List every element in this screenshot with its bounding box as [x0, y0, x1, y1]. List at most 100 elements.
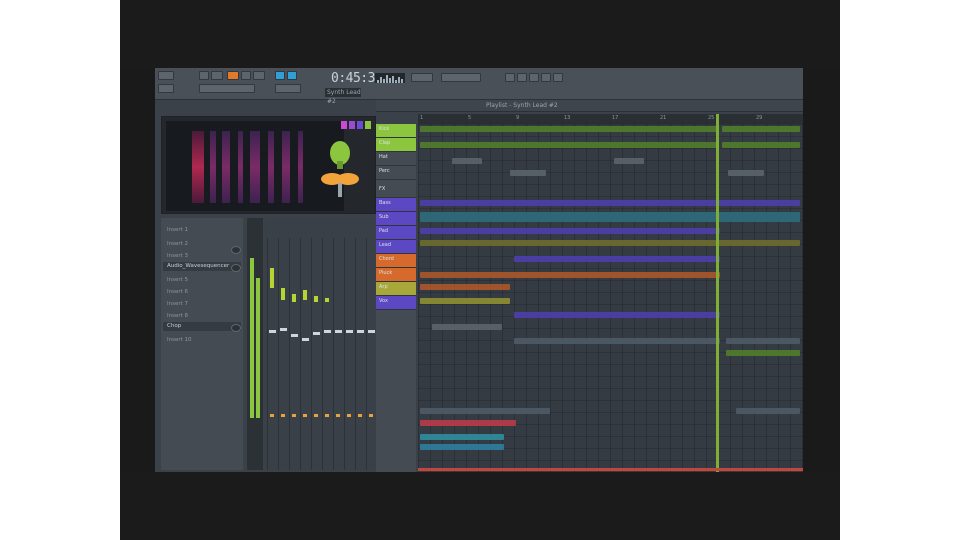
channel-rack-icon[interactable]	[529, 73, 539, 82]
mixer-strip[interactable]	[344, 238, 353, 470]
pattern-clip[interactable]	[420, 142, 718, 148]
pattern-clip[interactable]	[420, 298, 510, 304]
menu-button[interactable]	[158, 71, 174, 80]
pattern-clip[interactable]	[614, 158, 644, 164]
track-header[interactable]: Sub	[376, 212, 416, 226]
mixer-strip[interactable]	[311, 238, 320, 470]
playlist-header: Playlist - Synth Lead #2	[376, 100, 803, 112]
master-level-right	[256, 278, 260, 418]
pattern-clip[interactable]	[420, 420, 516, 426]
pattern-clip[interactable]	[514, 338, 720, 344]
stop-button[interactable]	[241, 71, 251, 80]
pattern-clip[interactable]	[452, 158, 482, 164]
mode-button[interactable]	[211, 71, 223, 80]
insert-row[interactable]: Insert 10	[163, 336, 241, 345]
track-header[interactable]: Pluck	[376, 268, 416, 282]
hint-button[interactable]	[158, 84, 174, 93]
pattern-clip[interactable]	[722, 126, 800, 132]
pattern-clip[interactable]	[726, 338, 800, 344]
track-header[interactable]: Vox	[376, 296, 416, 310]
track-header[interactable]: Hat	[376, 152, 416, 166]
snap-button[interactable]	[275, 71, 285, 80]
pattern-clip[interactable]	[420, 272, 720, 278]
insert-row[interactable]: Audio_Wavesequencer	[163, 262, 241, 271]
insert-row[interactable]: Insert 6	[163, 288, 241, 297]
pattern-clip[interactable]	[420, 408, 550, 414]
swatch-purple[interactable]	[349, 121, 355, 129]
swatch-green[interactable]	[365, 121, 371, 129]
track-list: Kick Clap Hat Perc FX Bass Sub Pad Lead Chord Pluc…	[376, 124, 416, 472]
play-button[interactable]	[227, 71, 239, 80]
insert-row-selected[interactable]: Chop	[163, 322, 241, 331]
timeline-ruler[interactable]: 1 5 9 13 17 21 25 29	[418, 114, 803, 124]
mixer-strip[interactable]	[366, 238, 375, 470]
knob[interactable]	[231, 246, 241, 254]
track-header[interactable]: Arp	[376, 282, 416, 296]
track-header[interactable]: Kick	[376, 124, 416, 138]
track-header[interactable]: Chord	[376, 254, 416, 268]
mixer-strips	[265, 218, 377, 470]
pattern-clip[interactable]	[420, 200, 800, 206]
pat-song-button[interactable]	[199, 71, 209, 80]
metronome-button[interactable]	[287, 71, 297, 80]
playlist-icon[interactable]	[505, 73, 515, 82]
tempo-display[interactable]	[199, 84, 255, 93]
song-time-display: 0:45:3	[331, 71, 375, 86]
insert-row[interactable]: Insert 2	[163, 240, 241, 249]
swatch-violet[interactable]	[357, 121, 363, 129]
pattern-clip[interactable]	[728, 170, 764, 176]
master-meter	[247, 218, 263, 470]
fruit-mascot-icon	[321, 141, 359, 197]
insert-row[interactable]: Insert 7	[163, 300, 241, 309]
mixer-strip[interactable]	[322, 238, 331, 470]
track-header[interactable]: Perc	[376, 166, 416, 180]
pattern-clip[interactable]	[514, 256, 720, 262]
pattern-clip[interactable]	[420, 228, 720, 234]
fl-studio-window: 0:45:3 Synth Lead #2 Insert 1 Insert 2 I…	[155, 68, 803, 472]
piano-roll-icon[interactable]	[517, 73, 527, 82]
mixer-strip[interactable]	[333, 238, 342, 470]
track-header[interactable]: Pad	[376, 226, 416, 240]
mixer-strip[interactable]	[355, 238, 364, 470]
letterbox-bottom	[120, 472, 840, 540]
track-header[interactable]: Bass	[376, 198, 416, 212]
pattern-clip[interactable]	[514, 312, 720, 318]
automation-clip[interactable]	[420, 212, 800, 222]
knob[interactable]	[231, 324, 241, 332]
knob[interactable]	[231, 264, 241, 272]
pattern-selector[interactable]: Synth Lead #2	[325, 88, 361, 105]
record-button[interactable]	[253, 71, 265, 80]
insert-row[interactable]: Insert 3	[163, 252, 241, 261]
spectrum-display	[166, 121, 344, 211]
cpu-monitor	[375, 73, 405, 83]
swatch-magenta[interactable]	[341, 121, 347, 129]
playhead-marker[interactable]	[716, 114, 719, 472]
pattern-clip[interactable]	[420, 240, 800, 246]
mixer-strip[interactable]	[289, 238, 298, 470]
pattern-clip[interactable]	[420, 126, 718, 132]
track-header[interactable]: Clap	[376, 138, 416, 152]
browser-icon[interactable]	[553, 73, 563, 82]
track-header[interactable]: Lead	[376, 240, 416, 254]
mixer-strip[interactable]	[300, 238, 309, 470]
pattern-clip[interactable]	[420, 434, 504, 440]
mixer-strip[interactable]	[267, 238, 276, 470]
pattern-clip[interactable]	[726, 350, 800, 356]
track-header[interactable]: FX	[376, 184, 416, 198]
pattern-clip[interactable]	[510, 170, 546, 176]
pattern-clip[interactable]	[736, 408, 800, 414]
master-volume-slider[interactable]	[441, 73, 481, 82]
step-edit-button[interactable]	[275, 84, 301, 93]
pattern-clip[interactable]	[420, 444, 504, 450]
mixer-strip[interactable]	[278, 238, 287, 470]
pattern-clip[interactable]	[432, 324, 502, 330]
insert-row[interactable]: Insert 5	[163, 276, 241, 285]
pattern-clip[interactable]	[722, 142, 800, 148]
pattern-clip[interactable]	[420, 284, 510, 290]
loop-end-marker	[418, 468, 803, 471]
insert-row[interactable]: Insert 1	[163, 226, 241, 235]
mixer-icon[interactable]	[541, 73, 551, 82]
insert-row[interactable]: Insert 8	[163, 312, 241, 321]
main-toolbar: 0:45:3 Synth Lead #2	[155, 68, 803, 105]
playlist-grid[interactable]	[418, 124, 803, 472]
